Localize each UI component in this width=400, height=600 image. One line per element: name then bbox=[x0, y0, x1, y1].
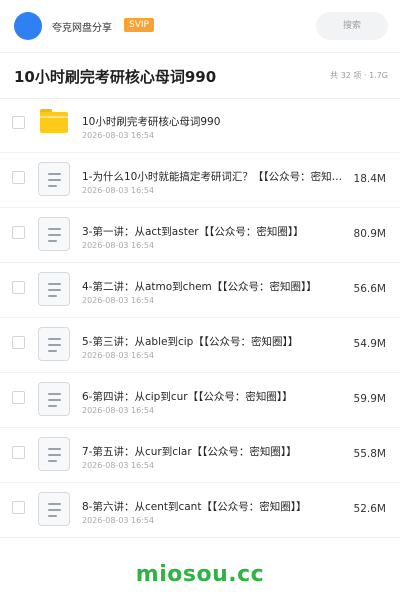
row-checkbox[interactable] bbox=[12, 501, 25, 514]
folder-header: 10小时刷完考研核心母词990 共 32 项 · 1.7G bbox=[0, 52, 400, 99]
list-item[interactable]: 4-第二讲：从atmo到chem【【公众号：密知圈】】 2026-08-03 1… bbox=[0, 263, 400, 318]
list-item[interactable]: 6-第四讲：从cip到cur【【公众号：密知圈】】 2026-08-03 16:… bbox=[0, 373, 400, 428]
item-name: 6-第四讲：从cip到cur【【公众号：密知圈】】 bbox=[82, 391, 293, 403]
document-icon bbox=[38, 272, 70, 306]
vip-badge: SVIP bbox=[124, 18, 154, 32]
document-icon bbox=[38, 492, 70, 526]
row-checkbox[interactable] bbox=[12, 226, 25, 239]
document-icon bbox=[38, 217, 70, 251]
list-item[interactable]: 5-第三讲：从able到cip【【公众号：密知圈】】 2026-08-03 16… bbox=[0, 318, 400, 373]
item-date: 2026-08-03 16:54 bbox=[82, 406, 155, 415]
watermark-text: miosou.cc bbox=[135, 562, 265, 587]
search-button[interactable]: 搜索 bbox=[316, 12, 388, 40]
item-date: 2026-08-03 16:54 bbox=[82, 131, 155, 140]
item-summary: 共 32 项 · 1.7G bbox=[330, 71, 388, 80]
item-name: 7-第五讲：从cur到clar【【公众号：密知圈】】 bbox=[82, 446, 297, 458]
item-name: 5-第三讲：从able到cip【【公众号：密知圈】】 bbox=[82, 336, 299, 348]
item-size: 59.9M bbox=[353, 393, 386, 405]
row-checkbox[interactable] bbox=[12, 446, 25, 459]
row-checkbox[interactable] bbox=[12, 391, 25, 404]
list-item[interactable]: 3-第一讲：从act到aster【【公众号：密知圈】】 2026-08-03 1… bbox=[0, 208, 400, 263]
document-icon bbox=[38, 162, 70, 196]
folder-icon bbox=[40, 109, 68, 133]
document-icon bbox=[38, 437, 70, 471]
item-name: 4-第二讲：从atmo到chem【【公众号：密知圈】】 bbox=[82, 281, 317, 293]
item-size: 56.6M bbox=[353, 283, 386, 295]
row-checkbox[interactable] bbox=[12, 116, 25, 129]
item-size: 55.8M bbox=[353, 448, 386, 460]
top-bar: 夸克网盘分享 SVIP 搜索 bbox=[0, 0, 400, 53]
row-checkbox[interactable] bbox=[12, 281, 25, 294]
page-title: 10小时刷完考研核心母词990 bbox=[14, 68, 217, 86]
list-item[interactable]: 8-第六讲：从cent到cant【【公众号：密知圈】】 2026-08-03 1… bbox=[0, 483, 400, 538]
item-date: 2026-08-03 16:54 bbox=[82, 516, 155, 525]
item-name: 8-第六讲：从cent到cant【【公众号：密知圈】】 bbox=[82, 501, 307, 513]
document-icon bbox=[38, 382, 70, 416]
list-item[interactable]: 10小时刷完考研核心母词990 2026-08-03 16:54 bbox=[0, 98, 400, 153]
row-checkbox[interactable] bbox=[12, 171, 25, 184]
item-date: 2026-08-03 16:54 bbox=[82, 461, 155, 470]
item-size: 18.4M bbox=[353, 173, 386, 185]
item-size: 80.9M bbox=[353, 228, 386, 240]
item-size: 52.6M bbox=[353, 503, 386, 515]
row-checkbox[interactable] bbox=[12, 336, 25, 349]
item-name: 10小时刷完考研核心母词990 bbox=[82, 116, 221, 128]
document-icon bbox=[38, 327, 70, 361]
list-item[interactable]: 1-为什么10小时就能搞定考研词汇？【【公众号：密知圈】】 2026-08-03… bbox=[0, 153, 400, 208]
item-name: 3-第一讲：从act到aster【【公众号：密知圈】】 bbox=[82, 226, 304, 238]
share-owner-name: 夸克网盘分享 bbox=[52, 23, 112, 34]
item-date: 2026-08-03 16:54 bbox=[82, 241, 155, 250]
item-date: 2026-08-03 16:54 bbox=[82, 296, 155, 305]
item-date: 2026-08-03 16:54 bbox=[82, 186, 155, 195]
item-name: 1-为什么10小时就能搞定考研词汇？【【公众号：密知圈】】 bbox=[82, 171, 348, 183]
file-list: 10小时刷完考研核心母词990 2026-08-03 16:54 1-为什么10… bbox=[0, 98, 400, 538]
item-size: 54.9M bbox=[353, 338, 386, 350]
item-date: 2026-08-03 16:54 bbox=[82, 351, 155, 360]
list-item[interactable]: 7-第五讲：从cur到clar【【公众号：密知圈】】 2026-08-03 16… bbox=[0, 428, 400, 483]
avatar[interactable] bbox=[14, 12, 42, 40]
